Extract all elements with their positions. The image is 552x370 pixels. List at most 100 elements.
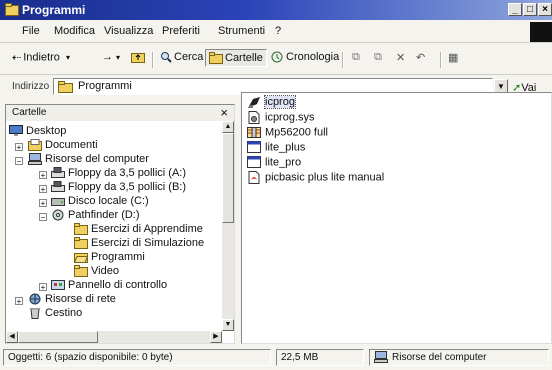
horizontal-scroll-thumb[interactable] [18, 331, 98, 343]
move-to-button[interactable]: ⧉ [352, 51, 360, 64]
app-icon [247, 156, 261, 168]
up-folder-button[interactable] [131, 51, 147, 64]
file-name: icprog.sys [265, 111, 315, 124]
tree-item-programmi[interactable]: Programmi [74, 251, 145, 264]
floppy-drive-icon [51, 181, 65, 193]
file-icprog[interactable]: icprog [247, 95, 296, 110]
file-name: icprog [264, 95, 296, 110]
history-label: Cronologia [286, 51, 340, 63]
back-dropdown-icon[interactable]: ▾ [66, 53, 70, 62]
file-picbasic-manual[interactable]: picbasic plus lite manual [247, 171, 384, 184]
title-bar[interactable]: Programmi _ □ × [0, 0, 552, 20]
back-label: Indietro [23, 51, 60, 64]
views-button[interactable]: ▦ [448, 51, 458, 64]
menu-file[interactable]: File [22, 25, 40, 37]
forward-button[interactable]: → ▾ [102, 51, 120, 63]
tree-item-video[interactable]: Video [74, 265, 119, 278]
tree-item-pannello-controllo[interactable]: Pannello di controllo [51, 279, 167, 291]
history-button[interactable]: Cronologia [270, 51, 339, 63]
scroll-left-button[interactable]: ◀ [6, 331, 18, 343]
folder-icon [74, 237, 88, 250]
expand-toggle[interactable]: + [39, 283, 47, 292]
collapse-toggle[interactable]: − [39, 213, 47, 222]
tree-item-label: Pathfinder (D:) [68, 209, 140, 221]
tree-item-label: Esercizi di Simulazione [91, 237, 205, 249]
menu-help[interactable]: ? [275, 25, 281, 37]
scroll-down-button[interactable]: ▼ [222, 319, 234, 331]
archive-icon [247, 127, 261, 138]
expand-toggle[interactable]: + [39, 199, 47, 208]
expand-toggle[interactable]: + [39, 185, 47, 194]
tree-vertical-scrollbar[interactable]: ▲ ▼ [222, 121, 234, 331]
window-title: Programmi [22, 3, 86, 17]
file-lite-plus[interactable]: lite_plus [247, 141, 305, 154]
menu-preferiti[interactable]: Preferiti [162, 25, 200, 37]
menu-modifica[interactable]: Modifica [54, 25, 95, 37]
up-folder-icon [131, 53, 145, 64]
file-name: lite_plus [265, 141, 306, 154]
copy-to-button[interactable]: ⧉ [374, 51, 382, 64]
open-folder-icon [74, 253, 88, 264]
documents-folder-icon [28, 139, 42, 152]
address-value: Programmi [78, 80, 132, 92]
expand-toggle[interactable]: + [15, 143, 23, 152]
tree-item-label: Floppy da 3,5 pollici (B:) [68, 181, 186, 193]
cd-drive-icon [52, 209, 64, 221]
file-name: lite_pro [265, 156, 302, 169]
menu-strumenti[interactable]: Strumenti [218, 25, 265, 37]
search-label: Cerca [174, 51, 204, 63]
undo-button[interactable]: ↶ [416, 51, 425, 64]
tree-item-label: Programmi [91, 251, 145, 263]
close-tree-button[interactable]: × [220, 105, 228, 120]
hard-disk-icon [51, 198, 65, 207]
tree-item-risorse-rete[interactable]: Risorse di rete [28, 293, 116, 305]
search-button[interactable]: Cerca [160, 51, 203, 63]
folder-icon [74, 265, 88, 278]
tree-item-floppy-a[interactable]: Floppy da 3,5 pollici (A:) [51, 167, 186, 179]
menu-visualizza[interactable]: Visualizza [104, 25, 153, 37]
file-lite-pro[interactable]: lite_pro [247, 156, 301, 169]
floppy-drive-icon [51, 167, 65, 179]
toolbar-separator [342, 52, 344, 68]
scroll-right-button[interactable]: ▶ [210, 331, 222, 343]
file-mp56200-full[interactable]: Mp56200 full [247, 126, 328, 139]
tree-item-desktop[interactable]: Desktop [9, 125, 66, 137]
expand-toggle[interactable]: + [15, 297, 23, 306]
app-icon [247, 141, 261, 153]
tree-item-label: Desktop [26, 125, 67, 137]
file-icprog-sys[interactable]: icprog.sys [247, 111, 315, 124]
tree-horizontal-scrollbar[interactable]: ◀ ▶ [6, 331, 222, 343]
tree-item-pathfinder-d[interactable]: Pathfinder (D:) [51, 209, 140, 221]
tree-item-risorse-computer[interactable]: Risorse del computer [28, 153, 149, 166]
system-file-icon [248, 111, 260, 124]
forward-arrow-icon: → [102, 51, 113, 63]
back-button[interactable]: ⇠ Indietro ▾ [12, 51, 70, 64]
collapse-toggle[interactable]: − [15, 157, 23, 166]
views-icon: ▦ [448, 52, 459, 64]
pdf-icon [248, 171, 260, 184]
open-folder-icon [58, 81, 73, 93]
tree-item-floppy-b[interactable]: Floppy da 3,5 pollici (B:) [51, 181, 186, 193]
tree-item-esercizi-apprendimento[interactable]: Esercizi di Apprendime [74, 223, 203, 236]
vertical-scroll-thumb[interactable] [222, 133, 234, 223]
scroll-up-button[interactable]: ▲ [222, 121, 234, 133]
folder-tree-panel: Cartelle × Desktop + Documenti − Risorse… [5, 104, 235, 344]
computer-icon [374, 351, 388, 364]
tree-item-cestino[interactable]: Cestino [28, 307, 82, 320]
tree-item-esercizi-simulazione[interactable]: Esercizi di Simulazione [74, 237, 205, 250]
minimize-button[interactable]: _ [508, 3, 522, 16]
tree-item-disco-c[interactable]: Disco locale (C:) [51, 195, 149, 207]
forward-dropdown-icon[interactable]: ▾ [116, 53, 120, 62]
file-name: picbasic plus lite manual [265, 171, 385, 184]
windows-logo-icon [530, 22, 552, 42]
tree-item-documenti[interactable]: Documenti [28, 139, 98, 152]
status-objects: Oggetti: 6 (spazio disponibile: 0 byte) [3, 349, 271, 366]
network-icon [29, 293, 41, 305]
tree-item-label: Pannello di controllo [68, 279, 168, 291]
close-button[interactable]: × [538, 3, 552, 16]
delete-button[interactable]: ✕ [396, 51, 405, 64]
expand-toggle[interactable]: + [39, 171, 47, 180]
maximize-button[interactable]: □ [523, 3, 537, 16]
folders-button[interactable]: Cartelle [205, 49, 267, 68]
folder-icon [74, 223, 88, 236]
